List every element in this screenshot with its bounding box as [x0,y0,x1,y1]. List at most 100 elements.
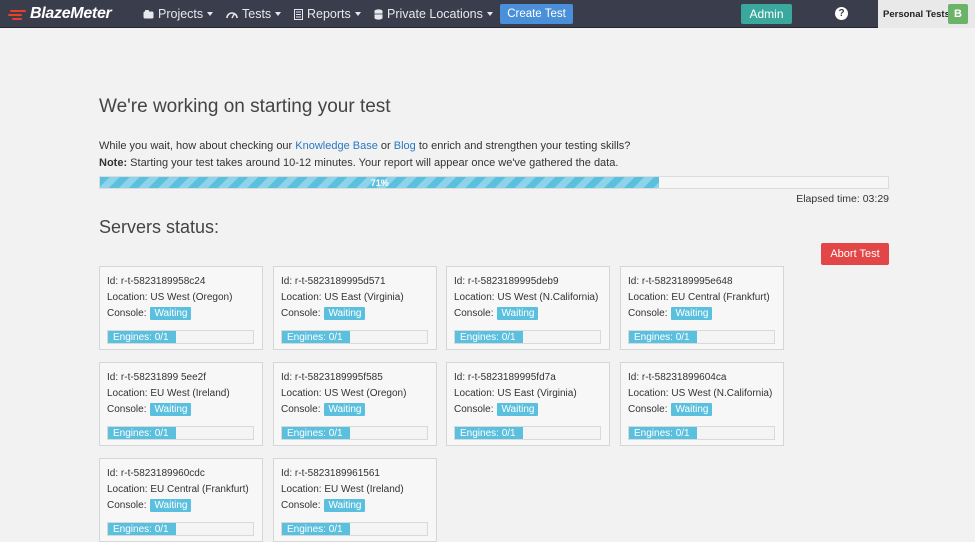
engines-progress: Engines: 0/1 [628,330,775,344]
avatar[interactable]: B [948,4,968,24]
server-location-row: Location: EU West (Ireland) [281,484,404,495]
server-id-label: Id: [628,276,640,287]
server-id: r-t-5823189961561 [294,468,380,479]
server-id-label: Id: [454,372,466,383]
engines-progress: Engines: 0/1 [281,426,428,440]
status-badge: Waiting [150,307,192,320]
server-card: Id: r-t-5823189995deb9 Location: US West … [446,266,610,350]
nav-projects-label: Projects [158,7,204,21]
engines-progress: Engines: 0/1 [454,426,601,440]
elapsed-time: Elapsed time: 03:29 [796,193,889,205]
engines-progress: Engines: 0/1 [281,330,428,344]
server-card: Id: r-t-5823189995fd7a Location: US East … [446,362,610,446]
start-progress-bar: 71% [99,176,889,189]
engines-label: Engines: 0/1 [455,427,523,439]
status-badge: Waiting [497,307,539,320]
engines-label: Engines: 0/1 [108,427,176,439]
server-console-label: Console: [281,500,321,511]
server-console-label: Console: [107,308,147,319]
server-card: Id: r-t-5823189958c24 Location: US West (… [99,266,263,350]
server-card: Id: r-t-5823189960cdc Location: EU Centra… [99,458,263,542]
server-location-label: Location: [281,388,322,399]
abort-test-button[interactable]: Abort Test [821,243,889,265]
page-title: We're working on starting your test [99,96,391,117]
server-console-label: Console: [281,308,321,319]
blog-link[interactable]: Blog [394,140,416,152]
help-icon[interactable]: ? [835,7,848,20]
server-location: US West (N.California) [671,388,773,399]
server-location-label: Location: [628,388,669,399]
server-console-label: Console: [628,404,668,415]
info-text: While you wait, how about checking our K… [99,140,630,152]
server-id-label: Id: [107,276,119,287]
server-console-row: Console: Waiting [107,499,192,512]
nav-projects[interactable]: Projects [143,0,214,28]
server-console-row: Console: Waiting [628,307,713,320]
server-location: EU West (Ireland) [324,484,404,495]
server-console-row: Console: Waiting [454,403,539,416]
private-locations-icon [374,8,383,20]
engines-label: Engines: 0/1 [629,331,697,343]
server-card: Id: r-t-5823189995d571 Location: US East … [273,266,437,350]
engines-label: Engines: 0/1 [108,331,176,343]
server-console-label: Console: [628,308,668,319]
engines-progress: Engines: 0/1 [107,522,254,536]
server-console-row: Console: Waiting [454,307,539,320]
workspace-selector[interactable]: Personal Tests B [878,0,975,28]
brand-logo[interactable]: BlazeMeter [8,4,112,24]
server-id: r-t-58231899 5ee2f [120,372,206,383]
engines-label: Engines: 0/1 [629,427,697,439]
server-location: US East (Virginia) [497,388,577,399]
server-id: r-t-5823189995deb9 [467,276,559,287]
server-id-label: Id: [281,468,293,479]
server-id: r-t-5823189995d571 [294,276,386,287]
engines-progress: Engines: 0/1 [281,522,428,536]
nav-reports[interactable]: Reports [294,0,361,28]
status-badge: Waiting [497,403,539,416]
server-id-row: Id: r-t-5823189995d571 [281,276,386,287]
status-badge: Waiting [324,307,366,320]
server-location-row: Location: EU Central (Frankfurt) [107,484,249,495]
server-id: r-t-5823189995fd7a [467,372,556,383]
nav-private-locations-label: Private Locations [387,7,483,21]
engines-label: Engines: 0/1 [455,331,523,343]
server-console-label: Console: [454,404,494,415]
server-card: Id: r-t-5823189995e648 Location: EU Centr… [620,266,784,350]
server-console-label: Console: [454,308,494,319]
server-location-label: Location: [454,292,495,303]
server-location-row: Location: US East (Virginia) [281,292,404,303]
server-console-row: Console: Waiting [281,307,366,320]
server-id-row: Id: r-t-5823189958c24 [107,276,205,287]
status-badge: Waiting [324,403,366,416]
server-console-row: Console: Waiting [281,403,366,416]
server-location-label: Location: [107,292,148,303]
chevron-down-icon [275,12,282,16]
server-location: US West (N.California) [497,292,599,303]
nav-private-locations[interactable]: Private Locations [374,0,493,28]
server-id: r-t-5823189960cdc [120,468,205,479]
knowledge-base-link[interactable]: Knowledge Base [295,140,378,152]
engines-progress: Engines: 0/1 [454,330,601,344]
tests-icon [226,11,238,18]
reports-icon [294,8,303,20]
engines-label: Engines: 0/1 [108,523,176,535]
admin-button[interactable]: Admin [741,4,792,24]
server-id-row: Id: r-t-58231899 5ee2f [107,372,206,383]
note-text: Note: Starting your test takes around 10… [99,157,618,169]
server-id-label: Id: [628,372,640,383]
server-id: r-t-5823189958c24 [120,276,206,287]
nav-tests[interactable]: Tests [226,0,282,28]
server-id: r-t-5823189995f585 [294,372,383,383]
server-console-row: Console: Waiting [281,499,366,512]
create-test-button[interactable]: Create Test [500,4,573,24]
server-location-label: Location: [454,388,495,399]
server-location-row: Location: US West (N.California) [628,388,772,399]
server-location: US East (Virginia) [324,292,404,303]
info-or: or [380,140,391,152]
server-console-row: Console: Waiting [628,403,713,416]
server-card: Id: r-t-58231899 5ee2f Location: EU West … [99,362,263,446]
status-badge: Waiting [150,499,192,512]
server-card: Id: r-t-5823189995f585 Location: US West … [273,362,437,446]
note-body: Starting your test takes around 10-12 mi… [130,157,619,169]
server-location: US West (Oregon) [150,292,233,303]
